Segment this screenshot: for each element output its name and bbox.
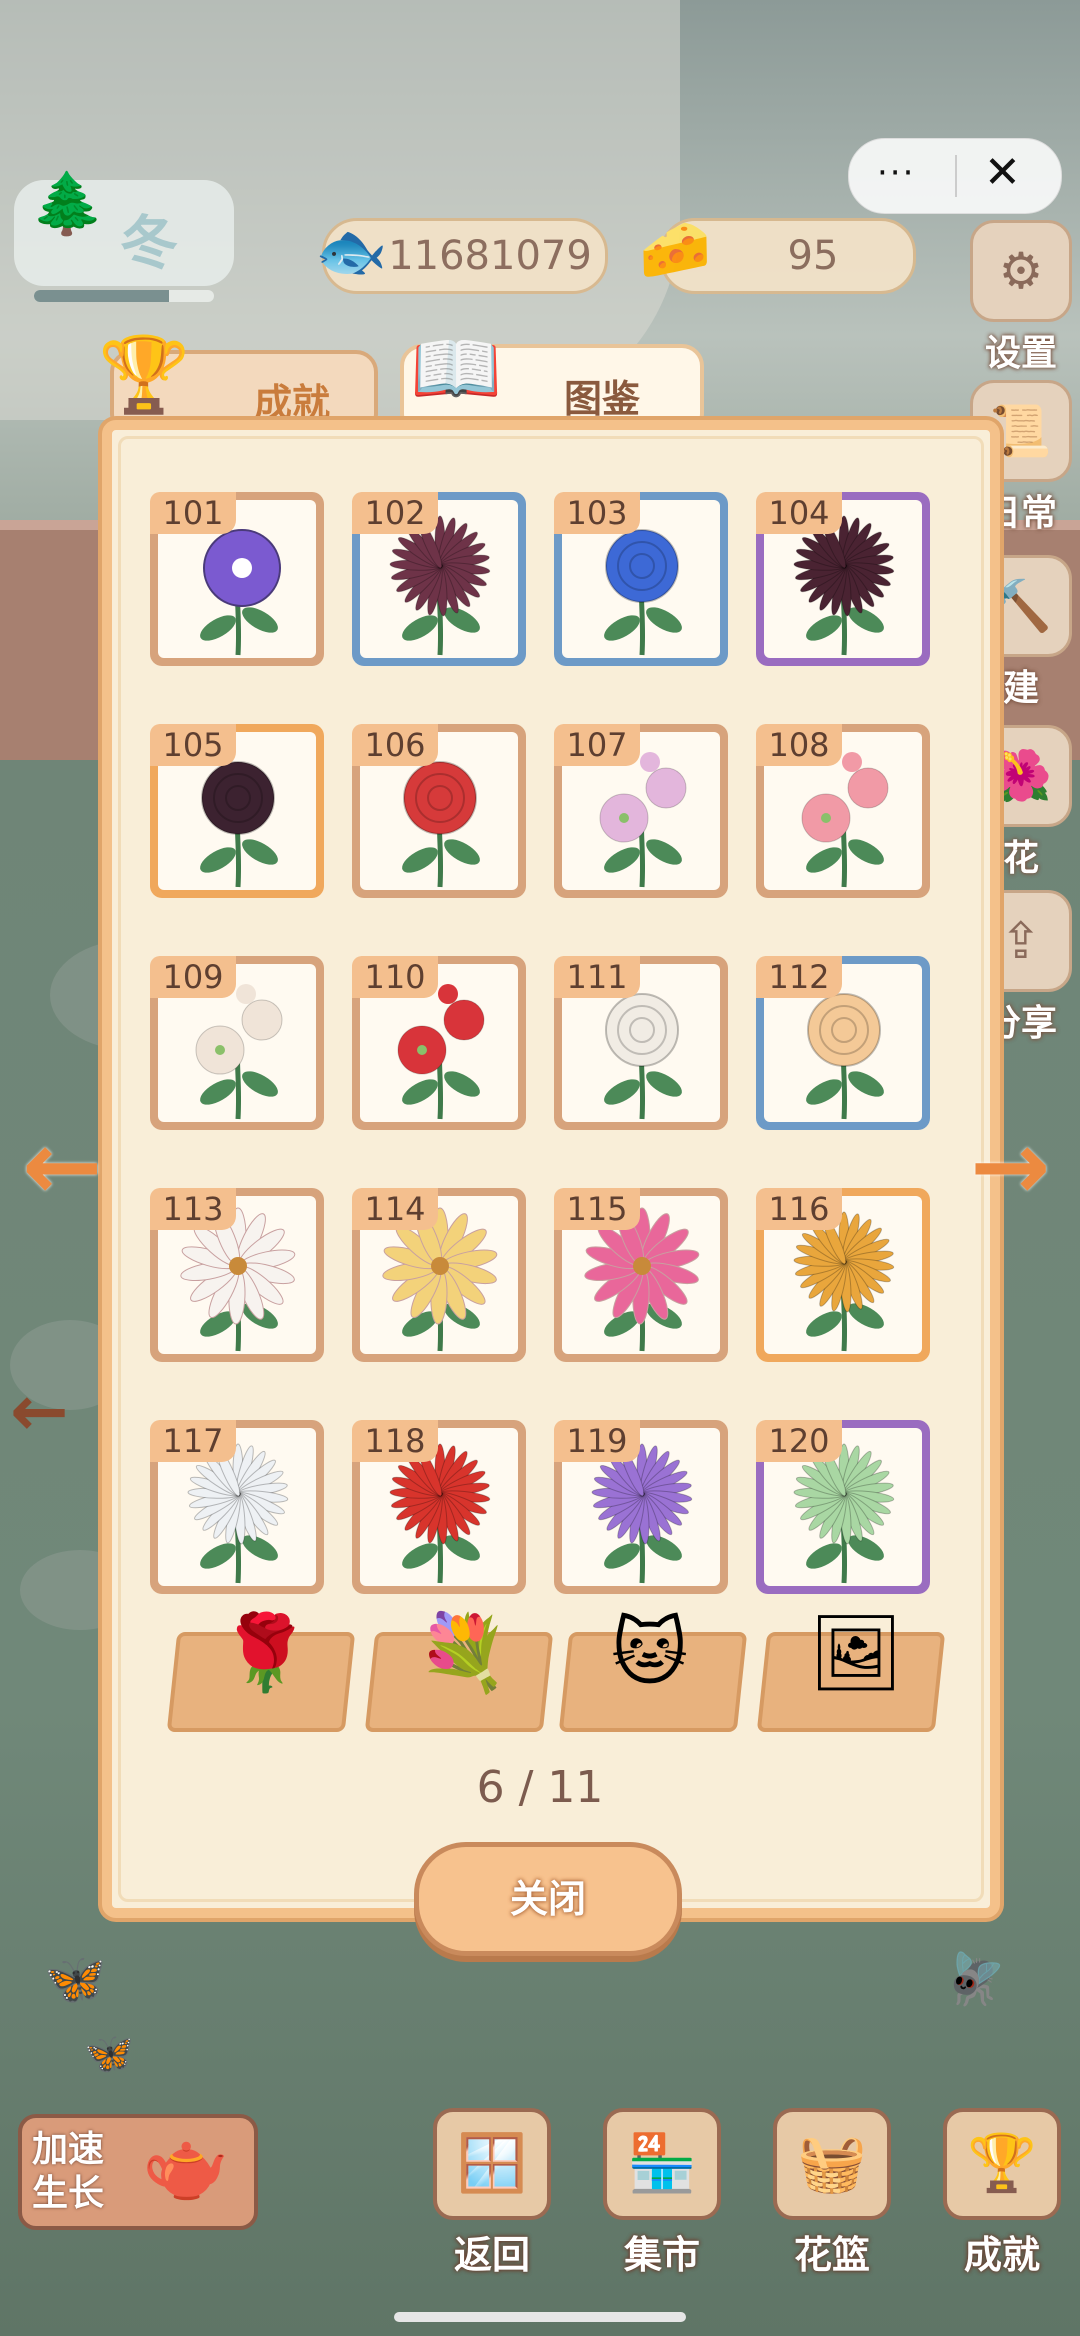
tab-achievements-label: 成就 (254, 381, 331, 425)
speed-up-label: 加速生长 (32, 2129, 105, 2214)
flower-card-number: 101 (150, 492, 236, 534)
butterfly-icon: 🦋 (84, 2031, 134, 2077)
cheese-icon: 🧀 (639, 215, 712, 283)
flower-card[interactable]: 113 (150, 1188, 324, 1362)
flower-card-number: 103 (554, 492, 640, 534)
tab-catalog-label: 图鉴 (564, 377, 641, 421)
flower-card[interactable]: 112 (756, 956, 930, 1130)
flower-card[interactable]: 109 (150, 956, 324, 1130)
flower-card[interactable]: 111 (554, 956, 728, 1130)
category-filter[interactable]: 🐱 (558, 1610, 748, 1732)
basket-icon: 🧺 (773, 2108, 891, 2220)
flower-card-number: 105 (150, 724, 236, 766)
flower-card-number: 107 (554, 724, 640, 766)
page-indicator: 6 / 11 (476, 1762, 604, 1813)
flower-card-number: 117 (150, 1420, 236, 1462)
rose-icon: 🌹 (218, 1610, 312, 1696)
trophy-icon: 🏆 (943, 2108, 1061, 2220)
fish-currency-pill: 🐟 11681079 (315, 217, 608, 294)
flower-card[interactable]: 102 (352, 492, 526, 666)
flower-card-number: 110 (352, 956, 438, 998)
flower-card[interactable]: 107 (554, 724, 728, 898)
fishbone-icon: 🐟 (315, 217, 388, 285)
flower-card[interactable]: 110 (352, 956, 526, 1130)
capsule-divider (955, 155, 957, 197)
scene-back-arrow[interactable]: ← (10, 1370, 69, 1452)
flower-card-number: 109 (150, 956, 236, 998)
nav-flower-basket[interactable]: 🧺 花篮 (770, 2108, 894, 2279)
close-mini-program-button[interactable]: ✕ (984, 147, 1021, 198)
gear-icon: ⚙ (970, 220, 1072, 322)
trophy-icon: 🏆 (98, 332, 191, 418)
bouquet-icon: 💐 (416, 1610, 510, 1696)
flower-card[interactable]: 117 (150, 1420, 324, 1594)
flower-card-number: 118 (352, 1420, 438, 1462)
season-label: 冬 (120, 209, 179, 277)
more-menu-button[interactable]: ··· (877, 153, 915, 193)
snowy-tree-icon: 🌲 (30, 169, 105, 239)
market-icon: 🏪 (603, 2108, 721, 2220)
mini-program-capsule: ··· ✕ (848, 138, 1062, 214)
nav-market[interactable]: 🏪 集市 (600, 2108, 724, 2279)
flower-card-number: 108 (756, 724, 842, 766)
category-filter[interactable]: 🌹 (166, 1610, 356, 1732)
fish-currency-value: 11681079 (388, 233, 592, 279)
flower-card[interactable]: 114 (352, 1188, 526, 1362)
nav-label: 返回 (453, 2233, 530, 2277)
speed-up-button[interactable]: 加速生长 🫖 (18, 2114, 258, 2230)
flower-card-number: 116 (756, 1188, 842, 1230)
flower-card-number: 119 (554, 1420, 640, 1462)
flower-card-number: 112 (756, 956, 842, 998)
category-filter[interactable]: 🖼 (756, 1610, 946, 1732)
previous-page-arrow[interactable]: ← (22, 1110, 102, 1222)
cat-icon: 🐱 (611, 1610, 689, 1696)
side-button-settings[interactable]: ⚙ 设置 (966, 220, 1076, 376)
season-progress (34, 290, 214, 302)
flower-card[interactable]: 105 (150, 724, 324, 898)
flower-card[interactable]: 118 (352, 1420, 526, 1594)
cheese-currency-pill: 🧀 95 (639, 215, 916, 294)
flower-card-number: 115 (554, 1188, 640, 1230)
flower-card[interactable]: 116 (756, 1188, 930, 1362)
open-book-icon: 📖 (410, 326, 503, 412)
flower-card-number: 104 (756, 492, 842, 534)
flower-card[interactable]: 106 (352, 724, 526, 898)
category-filter[interactable]: 💐 (364, 1610, 554, 1732)
flower-card[interactable]: 104 (756, 492, 930, 666)
flower-card-number: 114 (352, 1188, 438, 1230)
nav-return[interactable]: 🪟 返回 (430, 2108, 554, 2279)
photo-icon: 🖼 (808, 1610, 903, 1696)
nav-label: 集市 (623, 2233, 700, 2277)
cheese-currency-value: 95 (787, 233, 839, 279)
flower-card-number: 120 (756, 1420, 842, 1462)
flower-card[interactable]: 108 (756, 724, 930, 898)
dragonfly-icon: 🪰 (944, 1950, 1007, 2008)
watering-can-icon: 🫖 (142, 2124, 230, 2206)
butterfly-icon: 🦋 (44, 1950, 107, 2008)
flower-card[interactable]: 120 (756, 1420, 930, 1594)
window-icon: 🪟 (433, 2108, 551, 2220)
flower-card[interactable]: 101 (150, 492, 324, 666)
next-page-arrow[interactable]: → (970, 1110, 1050, 1222)
flower-card[interactable]: 115 (554, 1188, 728, 1362)
close-button[interactable]: 关闭 (414, 1842, 682, 1956)
flower-card-number: 111 (554, 956, 640, 998)
side-button-label: 设置 (984, 333, 1057, 374)
nav-label: 成就 (963, 2233, 1040, 2277)
flower-card[interactable]: 119 (554, 1420, 728, 1594)
flower-card-number: 113 (150, 1188, 236, 1230)
home-indicator (394, 2312, 686, 2322)
season-progress-fill (34, 290, 169, 302)
flower-card-number: 106 (352, 724, 438, 766)
flower-card[interactable]: 103 (554, 492, 728, 666)
flower-card-number: 102 (352, 492, 438, 534)
nav-label: 花篮 (793, 2233, 870, 2277)
nav-achievements[interactable]: 🏆 成就 (940, 2108, 1064, 2279)
